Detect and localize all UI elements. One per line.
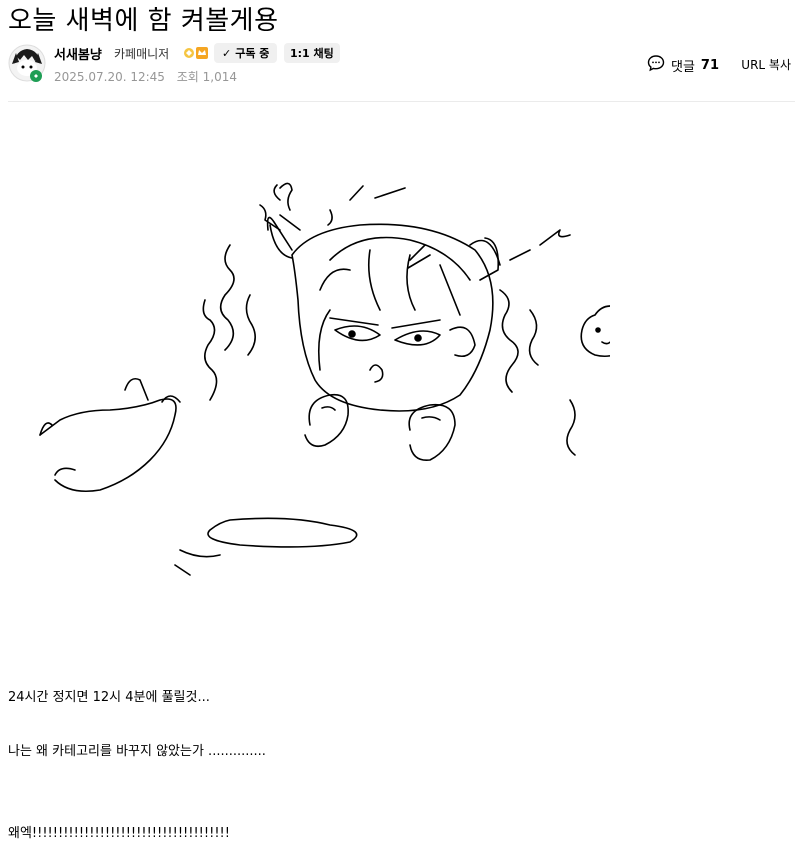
comment-button[interactable]: 댓글 71	[647, 54, 719, 76]
author-avatar[interactable]	[8, 44, 46, 82]
author-grade: 카페매니저	[114, 47, 170, 61]
comment-count: 71	[700, 57, 719, 73]
author-nickname[interactable]: 서새봄냥	[54, 44, 102, 63]
header-divider	[8, 101, 795, 102]
chat-button[interactable]: 1:1 채팅	[284, 43, 340, 63]
post-views: 조회 1,014	[176, 70, 237, 84]
content-line-2: 나는 왜 카테고리를 바꾸지 않았는가 ..............	[8, 744, 266, 759]
post-illustration	[30, 170, 711, 590]
author-info: 서새봄냥 카페매니저 ✓ 구독 중 1:1 채팅 2025.07.20. 12:…	[8, 42, 795, 90]
subscribe-label: 구독 중	[235, 47, 270, 60]
content-line-3: 왜엑!!!!!!!!!!!!!!!!!!!!!!!!!!!!!!!!!!!!!!	[8, 826, 230, 841]
post-meta: 2025.07.20. 12:45 조회 1,014	[54, 68, 245, 85]
post-date: 2025.07.20. 12:45	[54, 70, 165, 84]
content-line-1: 24시간 정지면 12시 4분에 풀릴것...	[8, 690, 210, 705]
comment-label: 댓글	[670, 59, 695, 75]
subscribe-button[interactable]: ✓ 구독 중	[214, 43, 278, 63]
post-title: 오늘 새벽에 함 켜볼게용	[8, 6, 279, 36]
manager-badge-icon	[183, 45, 209, 59]
comment-bubble-icon	[647, 54, 665, 76]
url-copy-button[interactable]: URL 복사	[741, 56, 791, 73]
check-icon: ✓	[222, 46, 232, 60]
